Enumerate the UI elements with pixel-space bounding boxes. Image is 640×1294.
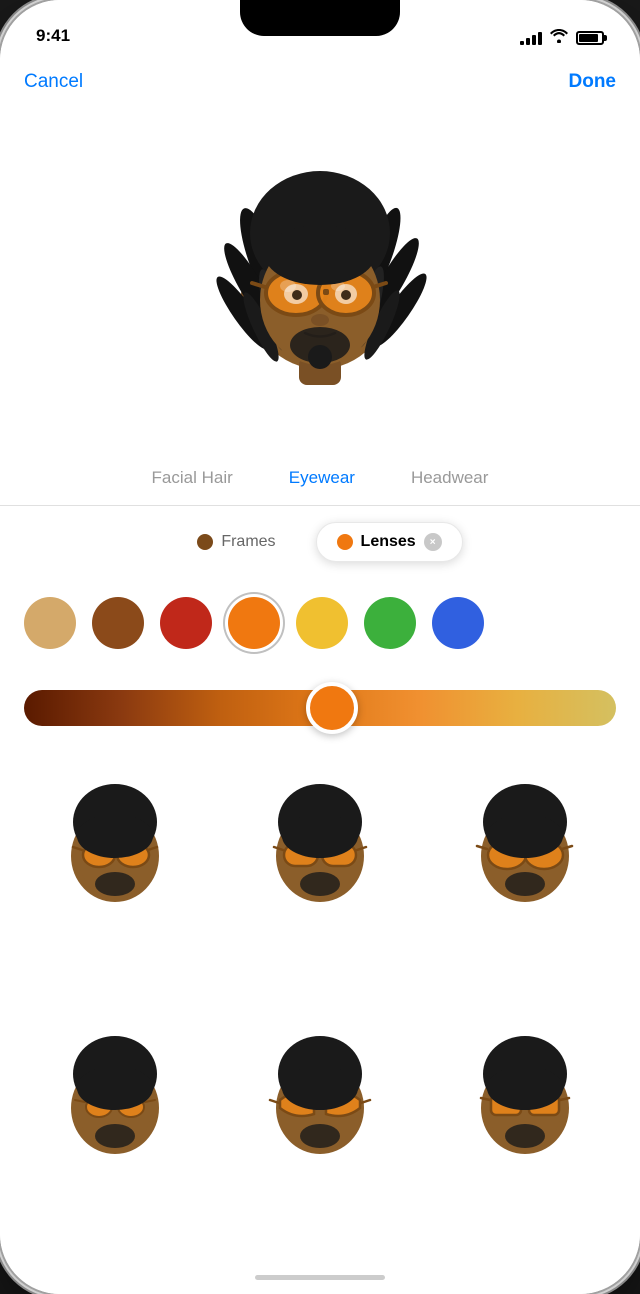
tab-facial-hair[interactable]: Facial Hair: [124, 450, 261, 505]
home-indicator: [0, 1260, 640, 1294]
tab-eyewear[interactable]: Eyewear: [261, 450, 383, 505]
nav-bar: Cancel Done: [0, 54, 640, 110]
swatch-blue[interactable]: [432, 597, 484, 649]
memoji-cell-5[interactable]: [221, 1008, 418, 1188]
wifi-icon: [550, 29, 568, 46]
slider-thumb[interactable]: [306, 682, 358, 734]
filter-row: Frames Lenses ×: [0, 506, 640, 578]
memoji-cell-1[interactable]: [16, 756, 213, 936]
memoji-cell-4[interactable]: [16, 1008, 213, 1188]
battery-icon: [576, 31, 604, 45]
memoji-grid: [0, 748, 640, 1260]
phone-frame: 9:41: [0, 0, 640, 1294]
filter-frames[interactable]: Frames: [177, 523, 295, 561]
color-swatches: [0, 578, 640, 668]
tab-headwear[interactable]: Headwear: [383, 450, 517, 505]
memoji-cell-6[interactable]: [427, 1008, 624, 1188]
memoji-cell-3[interactable]: [427, 756, 624, 936]
memoji-cell-2[interactable]: [221, 756, 418, 936]
cancel-button[interactable]: Cancel: [24, 71, 83, 93]
signal-icon: [520, 31, 542, 45]
avatar-area: [0, 110, 640, 450]
status-bar: 9:41: [0, 0, 640, 54]
home-bar: [255, 1275, 385, 1280]
swatch-green[interactable]: [364, 597, 416, 649]
lenses-dot: [337, 534, 353, 550]
slider-row: [0, 668, 640, 748]
filter-lenses[interactable]: Lenses ×: [316, 522, 463, 562]
main-avatar: [205, 165, 435, 395]
swatch-red[interactable]: [160, 597, 212, 649]
swatch-brown[interactable]: [92, 597, 144, 649]
swatch-orange[interactable]: [228, 597, 280, 649]
lenses-close-button[interactable]: ×: [424, 533, 442, 551]
status-time: 9:41: [36, 26, 70, 46]
notch: [240, 0, 400, 36]
screen: 9:41: [0, 0, 640, 1294]
frames-dot: [197, 534, 213, 550]
color-slider[interactable]: [24, 690, 616, 726]
swatch-beige[interactable]: [24, 597, 76, 649]
done-button[interactable]: Done: [569, 71, 617, 93]
category-tabs: Facial Hair Eyewear Headwear: [0, 450, 640, 506]
status-icons: [520, 29, 604, 46]
swatch-yellow[interactable]: [296, 597, 348, 649]
